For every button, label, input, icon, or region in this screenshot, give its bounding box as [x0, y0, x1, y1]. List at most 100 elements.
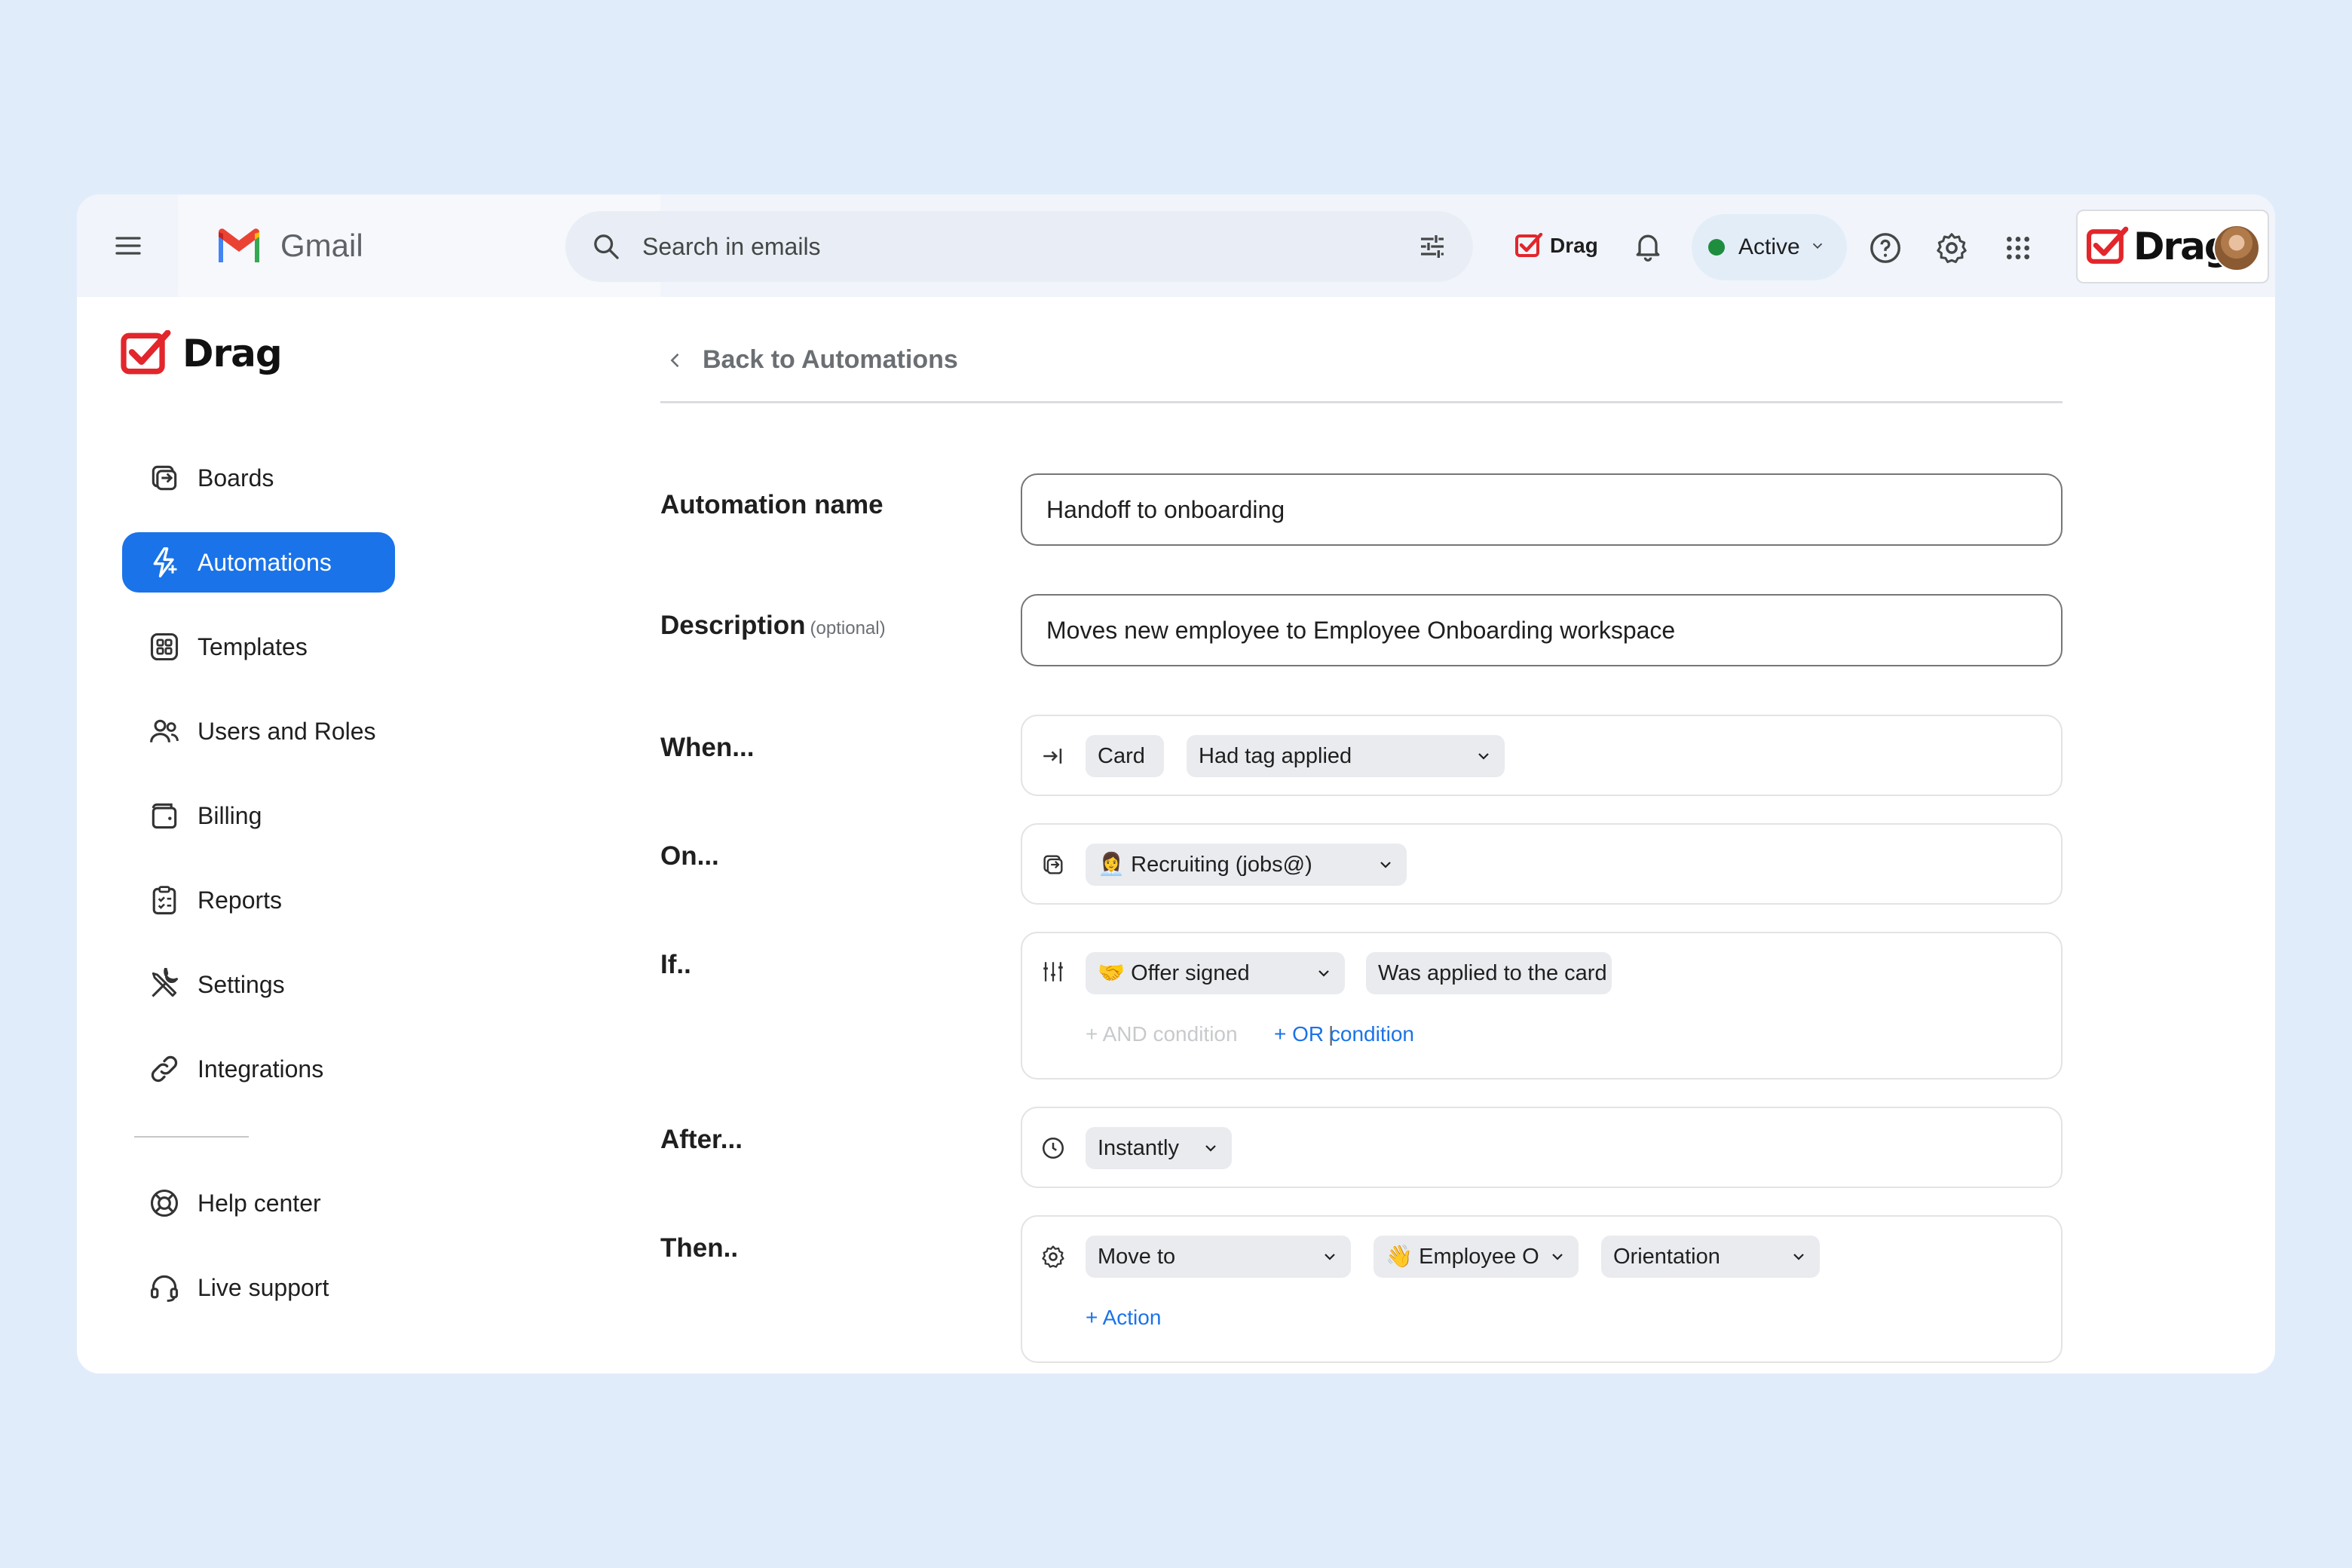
- after-label: After...: [660, 1125, 743, 1154]
- sidebar-item-help-center[interactable]: Help center: [122, 1173, 395, 1233]
- sidebar-item-billing[interactable]: Billing: [122, 786, 395, 846]
- sidebar-item-reports[interactable]: Reports: [122, 870, 395, 930]
- sidebar-item-live-support[interactable]: Live support: [122, 1257, 395, 1318]
- description-input[interactable]: Moves new employee to Employee Onboardin…: [1021, 594, 2063, 666]
- automation-name-input[interactable]: Handoff to onboarding: [1021, 473, 2063, 546]
- sidebar-item-label: Settings: [198, 970, 285, 998]
- link-icon: [148, 1052, 181, 1086]
- on-label: On...: [660, 841, 719, 871]
- gmail-app-name: Gmail: [280, 228, 363, 263]
- templates-icon: [148, 630, 181, 663]
- back-to-automations-link[interactable]: Back to Automations: [665, 345, 958, 375]
- add-or-condition-link[interactable]: + OR condition: [1274, 1022, 1414, 1046]
- search-input[interactable]: Search in emails: [642, 233, 1414, 261]
- boards-icon: [148, 461, 181, 495]
- main-menu-button[interactable]: [98, 216, 158, 276]
- board-select[interactable]: 👩‍💼 Recruiting (jobs@): [1086, 844, 1407, 886]
- then-label: Then..: [660, 1233, 739, 1263]
- chevron-down-icon: [1475, 747, 1493, 765]
- chip-label: Instantly: [1098, 1135, 1179, 1160]
- chevron-down-icon: [1315, 964, 1333, 982]
- when-rule-box: Card Had tag applied: [1021, 715, 2063, 796]
- drag-extension-button[interactable]: Drag: [1515, 225, 1598, 267]
- drag-logo: Drag: [119, 330, 283, 377]
- if-tag-select[interactable]: 🤝 Offer signed: [1086, 952, 1345, 994]
- user-avatar[interactable]: [2213, 225, 2260, 271]
- if-condition-chip[interactable]: Was applied to the card: [1366, 952, 1612, 994]
- notifications-icon[interactable]: [1631, 229, 1668, 265]
- sidebar-item-boards[interactable]: Boards: [122, 448, 395, 508]
- when-label: When...: [660, 733, 755, 762]
- boards-icon: [1037, 849, 1069, 880]
- after-rule-box: Instantly: [1021, 1107, 2063, 1188]
- filter-sliders-icon: [1037, 956, 1069, 988]
- chevron-down-icon: [1809, 237, 1826, 258]
- chip-label: Orientation: [1613, 1244, 1720, 1269]
- help-icon[interactable]: [1867, 229, 1904, 267]
- add-action-link[interactable]: + Action: [1086, 1306, 1161, 1330]
- workspace-select[interactable]: 👋 Employee O: [1374, 1236, 1579, 1278]
- drag-button-label: Drag: [1550, 234, 1598, 257]
- headset-icon: [148, 1271, 181, 1304]
- tools-icon: [148, 968, 181, 1001]
- clock-icon: [1037, 1132, 1069, 1164]
- sidebar-item-label: Templates: [198, 632, 308, 660]
- chevron-left-icon: [670, 353, 679, 367]
- then-rule-box: Move to 👋 Employee O Orientation + Actio…: [1021, 1215, 2063, 1363]
- drag-logo-icon: [1515, 233, 1543, 257]
- sidebar-item-settings[interactable]: Settings: [122, 954, 395, 1015]
- sidebar-item-label: Automations: [198, 548, 332, 576]
- drag-account-panel[interactable]: Drag: [2076, 210, 2269, 283]
- description-label-text: Description: [660, 611, 806, 640]
- chevron-down-icon: [1202, 1139, 1220, 1157]
- chip-label: Move to: [1098, 1244, 1176, 1269]
- if-rule-box: 🤝 Offer signed Was applied to the card +…: [1021, 932, 2063, 1080]
- delay-select[interactable]: Instantly: [1086, 1127, 1232, 1169]
- sidebar-item-label: Billing: [198, 801, 262, 829]
- lifebuoy-icon: [148, 1187, 181, 1220]
- when-trigger-select[interactable]: Had tag applied: [1187, 735, 1505, 777]
- gear-icon[interactable]: [1933, 229, 1971, 267]
- gmail-m-icon: [219, 228, 259, 262]
- sidebar-item-users-and-roles[interactable]: Users and Roles: [122, 701, 395, 761]
- chip-label: 👩‍💼 Recruiting (jobs@): [1098, 853, 1312, 877]
- status-dot: [1708, 239, 1725, 256]
- description-label: Description (optional): [660, 611, 886, 641]
- arrow-to-line-icon: [1037, 740, 1069, 772]
- sidebar-item-integrations[interactable]: Integrations: [122, 1039, 395, 1099]
- sidebar-item-label: Boards: [198, 464, 274, 492]
- on-rule-box: 👩‍💼 Recruiting (jobs@): [1021, 823, 2063, 905]
- if-label: If..: [660, 950, 691, 979]
- automation-name-label: Automation name: [660, 490, 884, 519]
- apps-grid-icon[interactable]: [1999, 229, 2037, 267]
- chip-label: Card: [1098, 743, 1145, 768]
- sidebar-item-automations[interactable]: Automations: [122, 532, 395, 593]
- sidebar-item-label: Integrations: [198, 1055, 324, 1083]
- logo-text: Drag: [182, 332, 283, 375]
- drag-logo-icon: [2087, 226, 2129, 264]
- chevron-down-icon: [1548, 1248, 1566, 1266]
- action-select[interactable]: Move to: [1086, 1236, 1351, 1278]
- sidebar-item-label: Reports: [198, 886, 283, 914]
- chip-label: 🤝 Offer signed: [1098, 961, 1250, 985]
- hamburger-menu-icon: [115, 237, 141, 255]
- chip-label: Was applied to the card: [1378, 960, 1607, 985]
- status-label: Active: [1738, 234, 1800, 259]
- status-selector[interactable]: Active: [1692, 214, 1847, 280]
- sidebar-item-templates[interactable]: Templates: [122, 617, 395, 677]
- email-search-bar[interactable]: Search in emails: [565, 211, 1473, 282]
- optional-hint: (optional): [810, 618, 886, 639]
- gmail-top-bar: Gmail Search in emails Drag Active Drag: [77, 194, 2275, 297]
- sidebar-item-label: Live support: [198, 1273, 329, 1301]
- add-and-condition-link[interactable]: + AND condition: [1086, 1022, 1238, 1046]
- clipboard-icon: [148, 884, 181, 917]
- search-icon[interactable]: [588, 228, 624, 265]
- chevron-down-icon: [1377, 856, 1395, 874]
- when-object-chip[interactable]: Card: [1086, 735, 1164, 777]
- chip-label: 👋 Employee O: [1386, 1245, 1539, 1269]
- search-options-icon[interactable]: [1414, 228, 1450, 265]
- chip-label: Had tag applied: [1199, 743, 1352, 768]
- header-divider: [660, 401, 2063, 403]
- back-label: Back to Automations: [703, 345, 958, 374]
- stage-select[interactable]: Orientation: [1601, 1236, 1820, 1278]
